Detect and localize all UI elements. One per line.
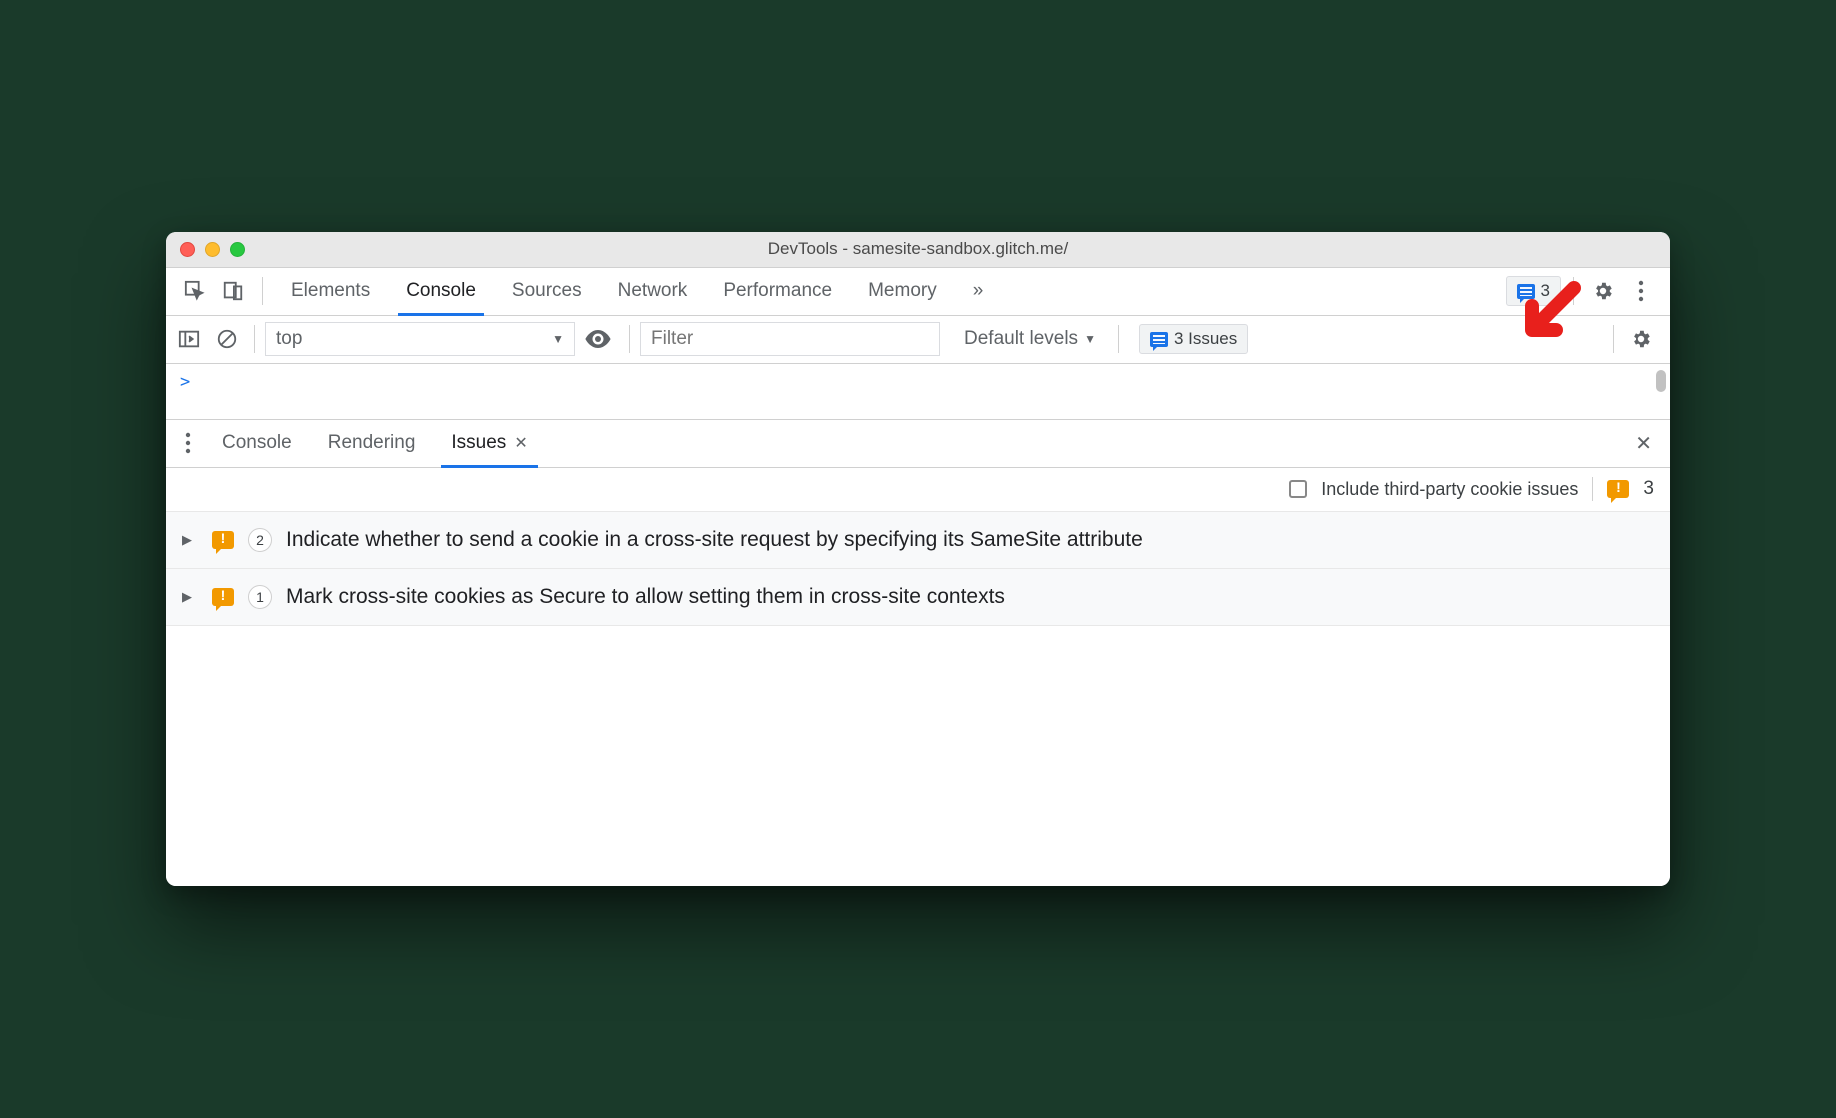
issue-warning-icon: ! xyxy=(212,531,234,549)
issue-count-badge: 2 xyxy=(248,528,272,552)
separator xyxy=(262,277,263,305)
issues-toolbar: Include third-party cookie issues ! 3 xyxy=(166,468,1670,512)
window-controls xyxy=(180,242,245,257)
tab-console[interactable]: Console xyxy=(390,268,492,315)
filter-input[interactable] xyxy=(640,322,940,356)
issue-warning-icon: ! xyxy=(1607,480,1629,498)
expand-chevron-icon[interactable]: ▶ xyxy=(182,532,198,548)
console-toolbar: top ▼ Default levels ▼ 3 Issues xyxy=(166,316,1670,364)
close-window-button[interactable] xyxy=(180,242,195,257)
chevron-down-icon: ▼ xyxy=(1084,332,1096,346)
issue-count-badge: 1 xyxy=(248,585,272,609)
issues-counter-button[interactable]: 3 xyxy=(1506,276,1561,306)
titlebar: DevTools - samesite-sandbox.glitch.me/ xyxy=(166,232,1670,268)
scrollbar-thumb[interactable] xyxy=(1656,370,1666,392)
include-third-party-label: Include third-party cookie issues xyxy=(1321,479,1578,500)
tab-network[interactable]: Network xyxy=(602,268,704,315)
settings-gear-icon[interactable] xyxy=(1586,274,1620,308)
issue-title: Mark cross-site cookies as Secure to all… xyxy=(286,583,1654,611)
message-icon xyxy=(1517,284,1535,299)
issues-counter-value: 3 xyxy=(1541,281,1550,301)
issues-counter-button[interactable]: 3 Issues xyxy=(1139,324,1248,354)
separator xyxy=(254,325,255,353)
issue-title: Indicate whether to send a cookie in a c… xyxy=(286,526,1654,554)
window-title: DevTools - samesite-sandbox.glitch.me/ xyxy=(166,239,1670,259)
message-icon xyxy=(1150,332,1168,347)
show-console-sidebar-icon[interactable] xyxy=(178,329,206,349)
tab-sources[interactable]: Sources xyxy=(496,268,598,315)
drawer-tab-rendering[interactable]: Rendering xyxy=(312,420,432,467)
close-drawer-icon[interactable]: ✕ xyxy=(1625,431,1662,456)
drawer-more-icon[interactable] xyxy=(174,426,202,460)
issues-blank-area xyxy=(166,626,1670,886)
execution-context-select[interactable]: top ▼ xyxy=(265,322,575,356)
separator xyxy=(629,325,630,353)
console-input-area[interactable]: > xyxy=(166,364,1670,420)
more-menu-icon[interactable] xyxy=(1624,274,1658,308)
separator xyxy=(1592,477,1593,501)
levels-label: Default levels xyxy=(964,328,1078,350)
log-levels-select[interactable]: Default levels ▼ xyxy=(964,328,1096,350)
minimize-window-button[interactable] xyxy=(205,242,220,257)
separator xyxy=(1613,325,1614,353)
issue-row[interactable]: ▶ ! 2 Indicate whether to send a cookie … xyxy=(166,512,1670,569)
tab-memory[interactable]: Memory xyxy=(852,268,953,315)
tab-performance[interactable]: Performance xyxy=(707,268,848,315)
tab-elements[interactable]: Elements xyxy=(275,268,386,315)
issues-total-count: 3 xyxy=(1643,478,1654,500)
console-prompt: > xyxy=(180,372,190,392)
device-toolbar-icon[interactable] xyxy=(216,274,250,308)
issues-label: 3 Issues xyxy=(1174,329,1237,349)
tabs-overflow-button[interactable]: » xyxy=(957,268,1000,315)
main-tab-strip: Elements Console Sources Network Perform… xyxy=(166,268,1670,316)
console-settings-gear-icon[interactable] xyxy=(1624,322,1658,356)
drawer-tab-console[interactable]: Console xyxy=(206,420,308,467)
drawer-tab-issues[interactable]: Issues ✕ xyxy=(435,420,543,467)
chevron-down-icon: ▼ xyxy=(552,332,564,346)
expand-chevron-icon[interactable]: ▶ xyxy=(182,589,198,605)
inspect-element-icon[interactable] xyxy=(178,274,212,308)
maximize-window-button[interactable] xyxy=(230,242,245,257)
issue-warning-icon: ! xyxy=(212,588,234,606)
separator xyxy=(1118,325,1119,353)
include-third-party-checkbox[interactable] xyxy=(1289,480,1307,498)
close-tab-icon[interactable]: ✕ xyxy=(514,433,527,453)
separator xyxy=(1573,277,1574,305)
context-value: top xyxy=(276,328,302,350)
issue-row[interactable]: ▶ ! 1 Mark cross-site cookies as Secure … xyxy=(166,569,1670,626)
live-expression-eye-icon[interactable] xyxy=(585,330,619,348)
devtools-window: DevTools - samesite-sandbox.glitch.me/ E… xyxy=(166,232,1670,887)
clear-console-icon[interactable] xyxy=(216,328,244,350)
drawer-tab-strip: Console Rendering Issues ✕ ✕ xyxy=(166,420,1670,468)
